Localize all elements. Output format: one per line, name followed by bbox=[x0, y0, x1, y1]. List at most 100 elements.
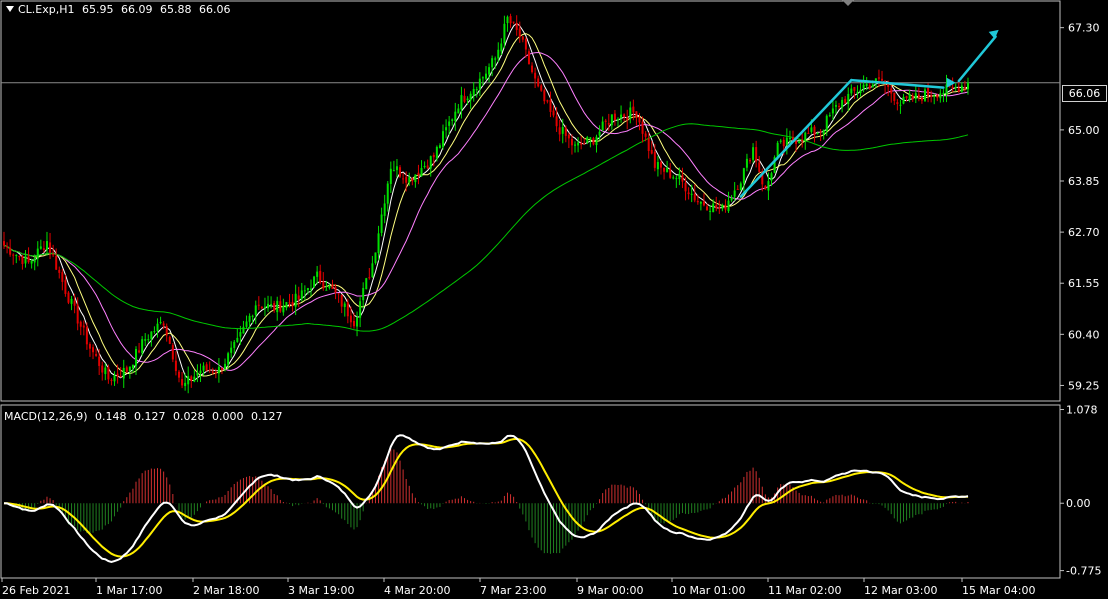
candle-body bbox=[460, 95, 463, 110]
price-axis: 67.30 65.00 63.85 62.70 61.55 60.40 59.25 bbox=[1060, 22, 1100, 392]
candle bbox=[512, 21, 515, 25]
trend-arrows[interactable] bbox=[739, 29, 999, 198]
candle-body bbox=[503, 23, 506, 44]
candle-body bbox=[924, 89, 926, 101]
candle bbox=[45, 231, 48, 256]
candle bbox=[150, 331, 153, 347]
macd-axis: 1.078 0.00 -0.775 bbox=[1060, 404, 1101, 578]
candle bbox=[656, 155, 659, 177]
candle-body bbox=[64, 280, 67, 294]
chart-canvas[interactable]: 67.30 65.00 63.85 62.70 61.55 60.40 59.25 1.07… bbox=[0, 0, 1108, 599]
candle bbox=[260, 306, 263, 310]
candle-body bbox=[233, 341, 236, 348]
candle bbox=[273, 300, 276, 313]
candle bbox=[270, 296, 273, 309]
candle-body bbox=[527, 51, 530, 65]
candle-body bbox=[36, 248, 39, 259]
candle-body bbox=[678, 173, 681, 180]
candle bbox=[917, 87, 920, 102]
candle-body bbox=[174, 360, 177, 372]
candle-body bbox=[626, 117, 629, 120]
candle-body bbox=[254, 305, 257, 315]
candle bbox=[420, 160, 423, 177]
candle bbox=[617, 117, 619, 127]
candle-body bbox=[954, 87, 957, 89]
candle-body bbox=[49, 242, 52, 253]
candle bbox=[543, 88, 546, 105]
candle-body bbox=[242, 326, 245, 334]
candle bbox=[531, 62, 534, 74]
candle bbox=[377, 225, 380, 261]
candle-body bbox=[445, 127, 448, 131]
candle-body bbox=[549, 99, 552, 112]
time-tick-label: 15 Mar 04:00 bbox=[962, 584, 1035, 597]
candle-body bbox=[208, 369, 211, 371]
candle-body bbox=[810, 127, 813, 132]
candle-body bbox=[466, 98, 469, 100]
candle bbox=[392, 160, 395, 172]
arrow-head-icon bbox=[946, 77, 956, 88]
candle-body bbox=[481, 77, 484, 79]
candle-body bbox=[963, 87, 966, 89]
candle-body bbox=[263, 306, 266, 308]
candle-body bbox=[785, 137, 788, 145]
candle-body bbox=[61, 272, 64, 282]
candle-body bbox=[902, 96, 905, 104]
trend-line-flat bbox=[850, 78, 945, 89]
candle bbox=[730, 195, 733, 202]
price-tick-label: 63.85 bbox=[1068, 175, 1100, 188]
candle bbox=[346, 298, 349, 324]
candle bbox=[279, 295, 282, 313]
candle bbox=[798, 139, 801, 144]
candle bbox=[960, 82, 963, 94]
candle-body bbox=[138, 350, 141, 353]
candle-body bbox=[834, 105, 837, 107]
price-tick-label: 60.40 bbox=[1068, 328, 1100, 341]
time-tick-label: 11 Mar 02:00 bbox=[768, 584, 841, 597]
candle-body bbox=[847, 93, 850, 105]
candle-body bbox=[927, 88, 930, 96]
candle-body bbox=[669, 169, 672, 178]
candle bbox=[819, 128, 822, 142]
candle bbox=[168, 335, 171, 345]
candle-body bbox=[604, 120, 607, 122]
candle-body bbox=[859, 89, 862, 93]
candle bbox=[411, 177, 414, 186]
candle bbox=[902, 93, 905, 105]
candle bbox=[365, 277, 368, 290]
candle bbox=[914, 84, 917, 104]
candle-body bbox=[414, 174, 417, 183]
candle-body bbox=[564, 127, 567, 136]
candle bbox=[890, 84, 893, 103]
candle-body bbox=[463, 95, 466, 102]
candle-body bbox=[39, 246, 42, 249]
candle-body bbox=[30, 260, 33, 264]
candle bbox=[546, 99, 549, 104]
candle bbox=[196, 364, 199, 383]
candle-body bbox=[755, 147, 758, 162]
candle bbox=[359, 297, 362, 328]
candle bbox=[672, 175, 675, 180]
candle-body bbox=[709, 210, 712, 212]
candle bbox=[813, 124, 816, 143]
candle bbox=[755, 140, 758, 168]
candle-body bbox=[733, 190, 736, 197]
candle bbox=[70, 295, 73, 311]
candle-body bbox=[488, 67, 491, 75]
candle bbox=[896, 99, 899, 111]
candle-body bbox=[343, 303, 346, 307]
candle-body bbox=[540, 85, 543, 91]
candle bbox=[911, 93, 914, 102]
candle-body bbox=[187, 376, 190, 385]
candle-body bbox=[128, 366, 131, 371]
candle-body bbox=[306, 288, 309, 291]
candle-body bbox=[316, 271, 319, 277]
candle-body bbox=[524, 38, 527, 50]
candle bbox=[506, 15, 509, 32]
candle-body bbox=[82, 325, 85, 328]
candle bbox=[552, 105, 555, 118]
candle bbox=[362, 282, 365, 309]
candle bbox=[42, 241, 45, 253]
candle-body bbox=[389, 168, 392, 184]
candle-body bbox=[220, 367, 223, 371]
